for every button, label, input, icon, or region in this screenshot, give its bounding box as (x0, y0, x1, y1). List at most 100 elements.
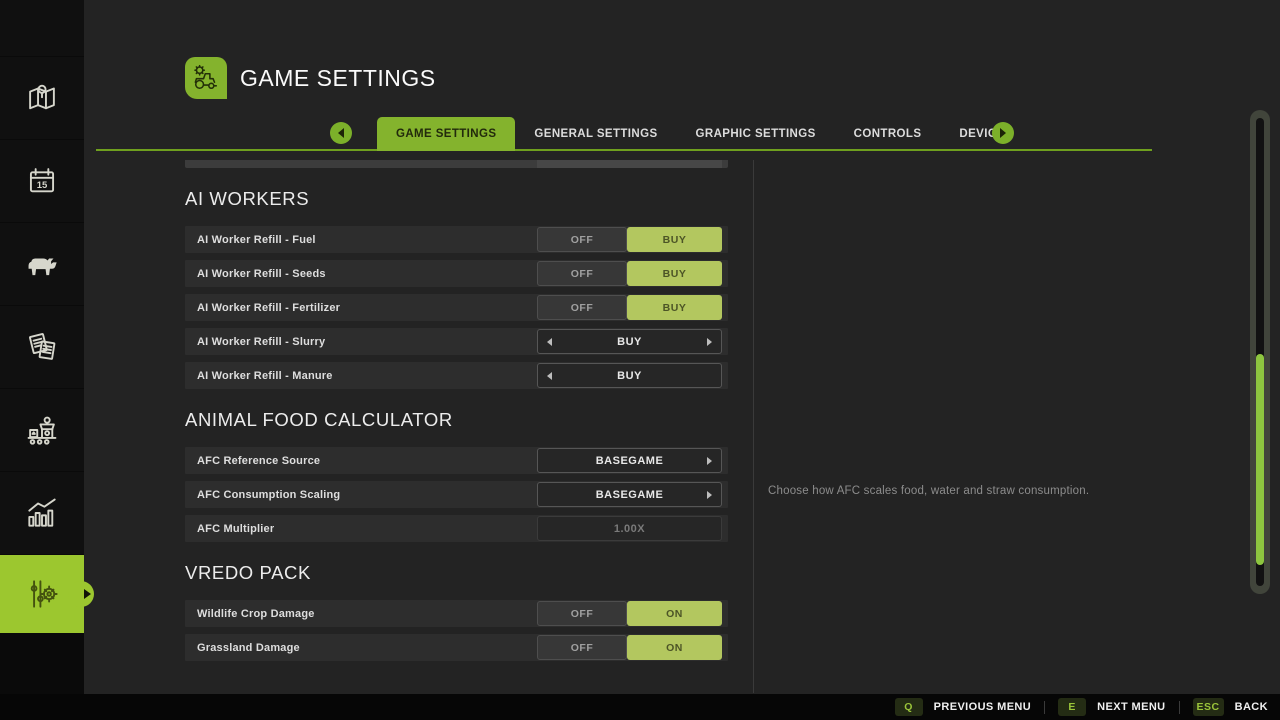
toggle-option-buy[interactable]: BUY (627, 295, 722, 320)
option-selector[interactable]: BASEGAME (537, 482, 722, 507)
setting-label: AI Worker Refill - Fertilizer (185, 302, 340, 314)
shortcut-label: NEXT MENU (1097, 701, 1165, 713)
setting-label: AI Worker Refill - Fuel (185, 234, 316, 246)
tab-game-settings[interactable]: GAME SETTINGS (377, 117, 515, 151)
setting-row[interactable]: AI Worker Refill - Seeds OFFBUY (185, 260, 728, 287)
section-title: AI WORKERS (185, 184, 728, 214)
scrollbar-thumb[interactable] (1256, 354, 1264, 565)
option-selector[interactable]: BASEGAME (537, 448, 722, 473)
sidebar-item-contracts[interactable] (0, 306, 84, 388)
panel-divider (753, 160, 754, 693)
left-arrow-icon (338, 128, 344, 138)
setting-control: BUY (537, 362, 722, 389)
tab-bar: GAME SETTINGSGENERAL SETTINGSGRAPHIC SET… (377, 117, 1032, 151)
footer-separator (1179, 701, 1180, 714)
selector-right-arrow-icon[interactable] (707, 457, 712, 465)
section-rows: AI Worker Refill - FuelOFFBUYAI Worker R… (185, 226, 728, 389)
option-selector: 1.00X (537, 516, 722, 541)
shortcut-label: BACK (1235, 701, 1268, 713)
shortcut-back[interactable]: ESC BACK (1193, 698, 1268, 716)
toggle-option-buy[interactable]: BUY (627, 261, 722, 286)
setting-row[interactable]: AFC Reference SourceBASEGAME (185, 447, 728, 474)
setting-control: BUY (537, 328, 722, 355)
shortcut-previous-menu[interactable]: QPREVIOUS MENU (895, 698, 1032, 716)
selector-value: BUY (617, 336, 642, 348)
toggle-option-on[interactable]: ON (627, 635, 722, 660)
tab-general-settings[interactable]: GENERAL SETTINGS (515, 117, 676, 151)
sidebar-item-blank (0, 0, 84, 56)
toggle-option-off[interactable]: OFF (537, 295, 627, 320)
setting-control: OFFBUY (537, 294, 722, 321)
setting-row[interactable]: AI Worker Refill - Manure BUY (185, 362, 728, 389)
selector-left-arrow-icon[interactable] (547, 338, 552, 346)
tab-graphic-settings[interactable]: GRAPHIC SETTINGS (677, 117, 835, 151)
sidebar-item-settings[interactable] (0, 555, 84, 633)
selector-right-arrow-icon[interactable] (707, 491, 712, 499)
toggle-control: OFFON (537, 635, 722, 660)
gear-tractor-icon (189, 61, 223, 95)
sidebar-item-map[interactable] (0, 57, 84, 139)
setting-control: OFFON (537, 600, 722, 627)
toggle-option-off[interactable]: OFF (537, 261, 627, 286)
setting-row[interactable]: Grassland DamageOFFON (185, 634, 728, 661)
setting-label: AFC Consumption Scaling (185, 489, 340, 501)
setting-control: OFFBUY (537, 226, 722, 253)
sidebar-item-statistics[interactable] (0, 472, 84, 554)
contracts-icon (23, 328, 61, 366)
selector-left-arrow-icon[interactable] (547, 372, 552, 380)
toggle-option-buy[interactable]: BUY (627, 227, 722, 252)
section-title: VREDO PACK (185, 558, 728, 588)
tab-controls[interactable]: CONTROLS (835, 117, 941, 151)
setting-description: Choose how AFC scales food, water and st… (768, 485, 1198, 497)
right-arrow-icon (1000, 128, 1006, 138)
toggle-option-off[interactable]: OFF (537, 635, 627, 660)
scrolled-row-fragment (185, 160, 728, 168)
map-icon (23, 79, 61, 117)
section-rows: AFC Reference SourceBASEGAME AFC Consumpt… (185, 447, 728, 542)
setting-label: AI Worker Refill - Manure (185, 370, 333, 382)
setting-row[interactable]: AI Worker Refill - Slurry BUY (185, 328, 728, 355)
key-badge: ESC (1193, 698, 1224, 716)
sidebar-item-calendar[interactable]: 15 (0, 140, 84, 222)
toggle-control: OFFON (537, 601, 722, 626)
game-settings-screen: 15 GAME SETTINGS GAME SETTINGSGENERAL SE… (0, 0, 1280, 720)
tabs-next-button[interactable] (992, 122, 1014, 144)
setting-row[interactable]: AFC Consumption Scaling BASEGAME (185, 481, 728, 508)
toggle-control: OFFBUY (537, 227, 722, 252)
key-badge: Q (895, 698, 923, 716)
footer-bar: QPREVIOUS MENU E NEXT MENU ESC BACK (0, 694, 1280, 720)
selector-value: BUY (617, 370, 642, 382)
game-settings-icon (185, 57, 227, 99)
footer-separator (1044, 701, 1045, 714)
option-selector[interactable]: BUY (537, 329, 722, 354)
tabs-previous-button[interactable] (330, 122, 352, 144)
scrollbar-slot (1256, 118, 1264, 586)
setting-row[interactable]: AFC Multiplier 1.00X (185, 515, 728, 542)
key-badge: E (1058, 698, 1086, 716)
setting-row[interactable]: AI Worker Refill - Fertilizer OFFBUY (185, 294, 728, 321)
settings-icon (23, 575, 61, 613)
shortcut-next-menu[interactable]: E NEXT MENU (1058, 698, 1165, 716)
section-title: ANIMAL FOOD CALCULATOR (185, 405, 728, 435)
setting-label: AI Worker Refill - Slurry (185, 336, 325, 348)
scrollbar-track[interactable] (1250, 110, 1270, 594)
page-title: GAME SETTINGS (240, 57, 436, 99)
toggle-option-off[interactable]: OFF (537, 601, 627, 626)
sidebar-item-animals[interactable] (0, 223, 84, 305)
setting-label: AI Worker Refill - Seeds (185, 268, 326, 280)
setting-control: BASEGAME (537, 447, 722, 474)
setting-row[interactable]: AI Worker Refill - Fuel OFFBUY (185, 226, 728, 253)
setting-label: AFC Multiplier (185, 523, 274, 535)
active-notch-arrow-icon (84, 589, 91, 599)
tab-devices[interactable]: DEVICES (940, 117, 1031, 151)
setting-control: OFFON (537, 634, 722, 661)
production-icon (23, 411, 61, 449)
setting-row[interactable]: Wildlife Crop DamageOFFON (185, 600, 728, 627)
statistics-icon (23, 494, 61, 532)
selector-right-arrow-icon[interactable] (707, 338, 712, 346)
toggle-option-on[interactable]: ON (627, 601, 722, 626)
option-selector[interactable]: BUY (537, 363, 722, 388)
sidebar-item-production[interactable] (0, 389, 84, 471)
toggle-option-off[interactable]: OFF (537, 227, 627, 252)
selector-value: BASEGAME (596, 455, 664, 467)
